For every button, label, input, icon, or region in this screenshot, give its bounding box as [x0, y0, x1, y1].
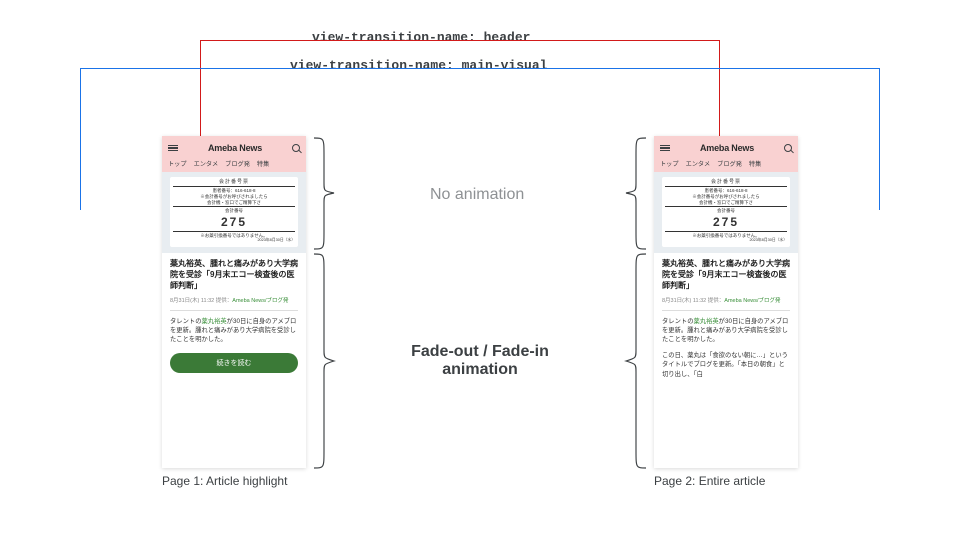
- article-text: タレントの薬丸裕英が30日に自身のアメブロを更新。腫れと痛みがあり大学病院を受診…: [662, 317, 790, 345]
- read-more-button[interactable]: 続きを読む: [170, 353, 298, 373]
- nav-tab[interactable]: エンタメ: [194, 159, 219, 168]
- nav-tabs[interactable]: トップ エンタメ ブログ発 特集: [162, 159, 306, 172]
- phone-page-2: Ameba News トップ エンタメ ブログ発 特集 会計番号票 患者番号：6…: [654, 136, 798, 468]
- ticket-date: 2023年8月30日（水）: [665, 238, 787, 243]
- nav-tab[interactable]: 特集: [749, 159, 761, 168]
- app-logo: Ameba News: [208, 143, 262, 153]
- brace-lower-right: [310, 252, 338, 470]
- nav-tab[interactable]: ブログ発: [225, 159, 250, 168]
- app-header: Ameba News トップ エンタメ ブログ発 特集: [162, 136, 306, 172]
- brace-upper-left: [622, 136, 650, 251]
- article-text: タレントの薬丸裕英が30日に自身のアメブロを更新。腫れと痛みがあり大学病院を受診…: [170, 317, 298, 345]
- brace-lower-left: [622, 252, 650, 470]
- nav-tab[interactable]: エンタメ: [686, 159, 711, 168]
- ticket-title: 会計番号票: [665, 179, 787, 185]
- connector-header-box: [200, 40, 720, 148]
- article-body: 薬丸裕英、腫れと痛みがあり大学病院を受診「9月末エコー検査後の医師判断」 8月3…: [162, 253, 306, 381]
- article-headline: 薬丸裕英、腫れと痛みがあり大学病院を受診「9月末エコー検査後の医師判断」: [170, 259, 298, 291]
- main-visual: 会計番号票 患者番号：616-618-8 ※会計番号がお呼びされましたら 会計機…: [162, 172, 306, 253]
- article-meta: 8月31日(木) 11:32 提供：Ameba News/ブログ発: [170, 296, 298, 304]
- menu-icon[interactable]: [660, 145, 670, 152]
- ticket-title: 会計番号票: [173, 179, 295, 185]
- ticket-image: 会計番号票 患者番号：616-618-8 ※会計番号がお呼びされましたら 会計機…: [170, 177, 298, 247]
- app-logo: Ameba News: [700, 143, 754, 153]
- nav-tabs[interactable]: トップ エンタメ ブログ発 特集: [654, 159, 798, 172]
- annotation-no-animation: No animation: [430, 186, 524, 204]
- nav-tab[interactable]: ブログ発: [717, 159, 742, 168]
- app-header: Ameba News トップ エンタメ ブログ発 特集: [654, 136, 798, 172]
- ticket-image: 会計番号票 患者番号：616-618-8 ※会計番号がお呼びされましたら 会計機…: [662, 177, 790, 247]
- article-body: 薬丸裕英、腫れと痛みがあり大学病院を受診「9月末エコー検査後の医師判断」 8月3…: [654, 253, 798, 387]
- ticket-subheading: 会計番号: [665, 208, 787, 214]
- article-headline: 薬丸裕英、腫れと痛みがあり大学病院を受診「9月末エコー検査後の医師判断」: [662, 259, 790, 291]
- caption-page-2: Page 2: Entire article: [654, 474, 765, 488]
- phone-page-1: Ameba News トップ エンタメ ブログ発 特集 会計番号票 患者番号：6…: [162, 136, 306, 468]
- nav-tab[interactable]: トップ: [660, 159, 679, 168]
- ticket-subheading: 会計番号: [173, 208, 295, 214]
- ticket-number: 275: [665, 215, 787, 230]
- article-meta: 8月31日(木) 11:32 提供：Ameba News/ブログ発: [662, 296, 790, 304]
- caption-page-1: Page 1: Article highlight: [162, 474, 287, 488]
- ticket-date: 2023年8月30日（水）: [173, 238, 295, 243]
- ticket-note: 会計機・窓口でご精算下さ: [665, 200, 787, 206]
- menu-icon[interactable]: [168, 145, 178, 152]
- article-text-2: この日、薬丸は「食欲のない朝に…」というタイトルでブログを更新。「本日の朝食」と…: [662, 351, 790, 379]
- label-header-transition: view-transition-name: header: [312, 30, 530, 45]
- search-icon[interactable]: [292, 144, 300, 152]
- nav-tab[interactable]: 特集: [257, 159, 269, 168]
- label-visual-transition: view-transition-name: main-visual: [290, 58, 547, 73]
- main-visual: 会計番号票 患者番号：616-618-8 ※会計番号がお呼びされましたら 会計機…: [654, 172, 798, 253]
- nav-tab[interactable]: トップ: [168, 159, 187, 168]
- search-icon[interactable]: [784, 144, 792, 152]
- ticket-note: 会計機・窓口でご精算下さ: [173, 200, 295, 206]
- brace-upper-right: [310, 136, 338, 251]
- ticket-number: 275: [173, 215, 295, 230]
- annotation-fade: Fade-out / Fade-in animation: [395, 343, 565, 379]
